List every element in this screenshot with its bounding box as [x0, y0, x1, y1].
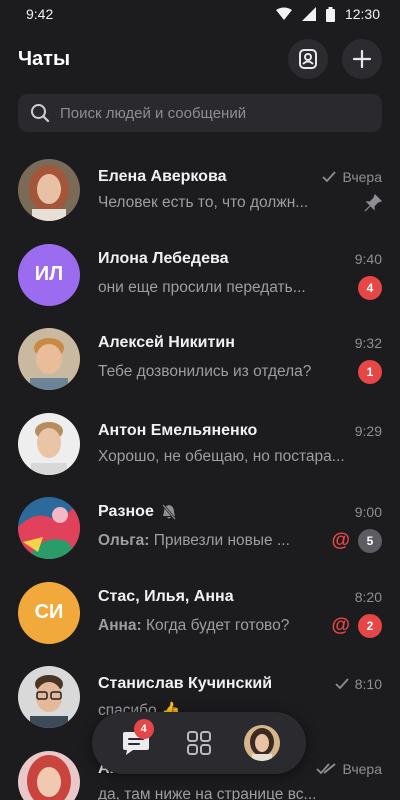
grid-icon — [186, 731, 211, 755]
avatar — [18, 750, 80, 800]
profile-avatar — [244, 725, 281, 761]
chat-time: 9:00 — [354, 504, 382, 521]
nav-services-button[interactable] — [177, 721, 221, 765]
chat-name: Алексей Никитин — [98, 334, 235, 352]
chat-name: Елена Аверкова — [98, 168, 227, 186]
chat-name: Илона Лебедева — [98, 249, 229, 267]
chat-meta: @ 2 — [331, 613, 382, 638]
chat-preview: Привезли новые ... — [153, 532, 290, 550]
double-check-icon — [316, 763, 337, 775]
chat-time: Вчера — [342, 760, 382, 777]
chat-sender: Анна: — [98, 616, 142, 634]
unread-badge: 1 — [358, 360, 382, 385]
signal-icon — [301, 7, 316, 21]
chat-name: Разное — [98, 503, 154, 521]
chat-preview-group: Ольга: Привезли новые ... — [98, 532, 290, 550]
contacts-icon — [299, 49, 317, 69]
chat-body: Алексей Никитин 9:32 Тебе дозвонились из… — [98, 334, 382, 385]
chat-row[interactable]: Елена Аверкова Вчера Человек есть то, чт… — [0, 148, 400, 233]
chat-time-group: Вчера — [316, 761, 382, 777]
check-icon — [335, 678, 349, 690]
chat-name: Антон Емельяненко — [98, 421, 258, 439]
header: Чаты — [0, 28, 400, 90]
chat-list: Елена Аверкова Вчера Человек есть то, чт… — [0, 148, 400, 800]
nav-profile-button[interactable] — [240, 721, 284, 765]
chat-body: Илона Лебедева 9:40 они еще просили пере… — [98, 250, 382, 300]
avatar — [18, 328, 80, 391]
chat-body: Разное 9:00 Ольга: Привезли новые ... @ … — [98, 503, 382, 554]
chat-row[interactable]: ИЛ Илона Лебедева 9:40 они еще просили п… — [0, 233, 400, 318]
status-icons: 12:30 — [275, 6, 380, 22]
search-input[interactable]: Поиск людей и сообщений — [18, 94, 382, 132]
chat-time: 9:40 — [354, 250, 382, 267]
status-time-right: 12:30 — [344, 6, 380, 22]
unread-badge: 2 — [358, 613, 382, 638]
chat-name: Стас, Илья, Анна — [98, 587, 234, 605]
bottom-nav: 4 — [92, 712, 306, 774]
chat-sender: Ольга: — [98, 532, 150, 550]
mention-icon: @ — [331, 530, 350, 552]
chat-meta: @ 5 — [331, 529, 382, 554]
chat-body: Стас, Илья, Анна 8:20 Анна: Когда будет … — [98, 588, 382, 638]
chat-preview: да, там ниже на странице вс... — [98, 785, 317, 800]
check-icon — [322, 171, 337, 183]
status-time-left: 9:42 — [26, 6, 54, 22]
chat-row[interactable]: Алексей Никитин 9:32 Тебе дозвонились из… — [0, 317, 400, 402]
chat-time-group: Вчера — [322, 169, 382, 185]
pin-icon — [364, 194, 382, 212]
avatar — [18, 159, 80, 222]
chat-name: Станислав Кучинский — [98, 674, 273, 692]
chat-row[interactable]: Антон Емельяненко 9:29 Хорошо, не обещаю… — [0, 402, 400, 487]
mention-icon: @ — [331, 614, 350, 636]
chat-time: 8:20 — [354, 588, 382, 605]
chat-row[interactable]: Разное 9:00 Ольга: Привезли новые ... @ … — [0, 486, 400, 571]
nav-chats-button[interactable]: 4 — [114, 719, 158, 765]
page-title: Чаты — [18, 47, 71, 70]
avatar — [18, 497, 80, 560]
unread-badge: 4 — [358, 275, 382, 300]
search-placeholder: Поиск людей и сообщений — [60, 104, 247, 122]
chat-time: 8:10 — [354, 675, 382, 692]
avatar — [18, 412, 80, 475]
avatar — [18, 666, 80, 729]
chat-body: Елена Аверкова Вчера Человек есть то, чт… — [98, 168, 382, 212]
chat-preview: Когда будет готово? — [146, 616, 290, 634]
chat-preview-group: Анна: Когда будет готово? — [98, 617, 289, 635]
chat-time-group: 8:10 — [335, 676, 382, 692]
chat-time: Вчера — [342, 169, 382, 186]
unread-badge: 5 — [358, 529, 382, 554]
nav-unread-badge: 4 — [133, 719, 154, 739]
chat-preview: Человек есть то, что должн... — [98, 194, 309, 212]
avatar: ИЛ — [18, 243, 80, 306]
chat-preview: они еще просили передать... — [98, 278, 306, 296]
chat-row[interactable]: СИ Стас, Илья, Анна 8:20 Анна: Когда буд… — [0, 571, 400, 656]
contacts-button[interactable] — [288, 39, 328, 79]
plus-icon — [352, 49, 372, 69]
avatar: СИ — [18, 581, 80, 644]
header-actions — [288, 39, 382, 79]
chat-body: Антон Емельяненко 9:29 Хорошо, не обещаю… — [98, 422, 382, 466]
chat-time: 9:32 — [354, 335, 382, 352]
chat-preview: Тебе дозвонились из отдела? — [98, 363, 312, 381]
status-bar: 9:42 12:30 — [0, 0, 400, 28]
muted-bell-icon — [161, 504, 176, 521]
chat-preview: Хорошо, не обещаю, но постара... — [98, 447, 345, 465]
chat-name-group: Разное — [98, 503, 176, 521]
search-icon — [31, 104, 50, 123]
battery-icon — [325, 6, 335, 22]
chat-time: 9:29 — [354, 422, 382, 439]
new-chat-button[interactable] — [342, 39, 382, 79]
wifi-icon — [275, 7, 292, 20]
